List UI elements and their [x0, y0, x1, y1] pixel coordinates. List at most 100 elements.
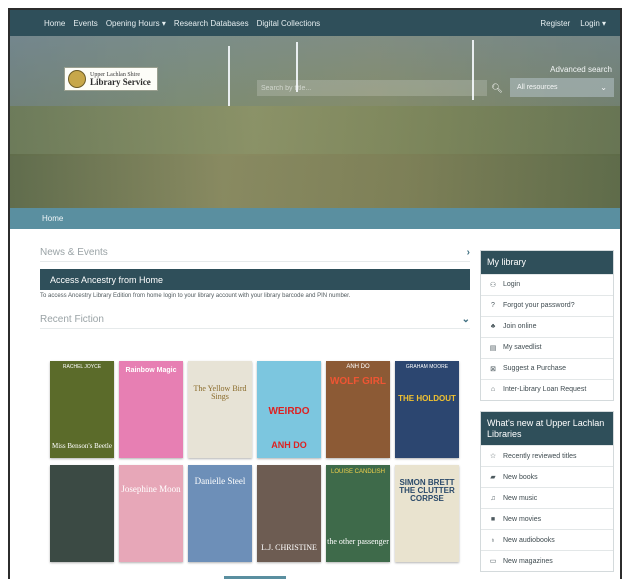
nav-events[interactable]: Events	[73, 19, 97, 28]
sidebar-link-label: New music	[503, 494, 538, 502]
sidebar-link-label: Recently reviewed titles	[503, 452, 577, 460]
ancestry-banner-title: Access Ancestry from Home	[50, 274, 164, 285]
nav-research-databases[interactable]: Research Databases	[174, 19, 249, 28]
chevron-right-icon[interactable]: ›	[467, 247, 470, 258]
book-cover[interactable]: Danielle Steel	[188, 465, 252, 562]
ancestry-banner[interactable]: Access Ancestry from Home	[40, 269, 470, 290]
search-icon: 🔍︎	[491, 82, 503, 93]
book-title: SIMON BRETT THE CLUTTER CORPSE	[399, 478, 455, 503]
nav-home[interactable]: Home	[44, 19, 65, 28]
book-title: Danielle Steel	[194, 476, 246, 486]
search-input[interactable]	[257, 80, 487, 96]
book-title: The Yellow Bird Sings	[193, 384, 247, 401]
book-author: RACHEL JOYCE	[62, 364, 102, 370]
nav-register[interactable]: Register	[540, 19, 570, 28]
sidebar-link[interactable]: ▰ New books	[481, 466, 613, 487]
question-icon: ?	[491, 302, 495, 310]
book-cover[interactable]	[50, 465, 114, 562]
book-title: WEIRDO	[268, 406, 310, 417]
news-events-title: News & Events	[40, 246, 108, 258]
book-cover[interactable]: RACHEL JOYCE Miss Benson's Beetle	[50, 361, 114, 458]
user-icon: ⚇	[489, 281, 497, 289]
book-cover[interactable]: ANH DO WOLF GIRL	[326, 361, 390, 458]
sidebar-link[interactable]: ▤ My savedlist	[481, 336, 613, 358]
book-title: THE HOLDOUT	[398, 394, 456, 403]
breadcrumb: Home	[10, 208, 620, 229]
sidebar-link-label: New audiobooks	[503, 536, 555, 544]
book-author: GRAHAM MOORE	[405, 364, 449, 370]
book-cover[interactable]: WEIRDO ANH DO	[257, 361, 321, 458]
book-author: ANH DO	[346, 364, 370, 370]
library-icon: ⌂	[490, 386, 496, 394]
news-events-header[interactable]: News & Events ›	[40, 243, 470, 262]
sidebar-link-label: New magazines	[503, 557, 553, 565]
suggest-icon: ⊠	[490, 365, 496, 373]
book-cover[interactable]: The Yellow Bird Sings	[188, 361, 252, 458]
book-title: Rainbow Magic	[125, 367, 177, 374]
book-title: the other passenger	[327, 537, 389, 546]
chevron-down-icon[interactable]: ⌄	[462, 314, 470, 325]
book-title: L.J. CHRISTINE	[261, 543, 317, 552]
book-cover[interactable]: GRAHAM MOORE THE HOLDOUT	[395, 361, 459, 458]
sidebar-link-label: New movies	[503, 515, 542, 523]
whats-new-title: What's new at Upper Lachlan Libraries	[481, 411, 613, 446]
sidebar-link-label: New books	[503, 473, 538, 481]
recent-fiction-header[interactable]: Recent Fiction ⌄	[40, 310, 470, 329]
nav-right: Register Login ▾	[540, 19, 620, 28]
sidebar-link-label: My savedlist	[503, 344, 542, 352]
hero-banner: Upper Lachlan Shire Library Service Adva…	[10, 36, 620, 208]
sidebar-link-label: Join online	[503, 323, 537, 331]
my-library-panel: My library ⚇ Login ? Forgot your password? ♣…	[480, 250, 614, 401]
my-library-title: My library	[481, 251, 613, 274]
book-cover[interactable]: SIMON BRETT THE CLUTTER CORPSE	[395, 465, 459, 562]
sidebar-link[interactable]: ♫ New music	[481, 487, 613, 508]
sidebar-link[interactable]: ☆ Recently reviewed titles	[481, 445, 613, 466]
headphones-icon: ♁	[490, 536, 496, 544]
recent-fiction-title: Recent Fiction	[40, 313, 104, 325]
sidebar-link-label: Suggest a Purchase	[503, 365, 567, 373]
sidebar-link[interactable]: ⌂ Inter-Library Loan Request	[481, 378, 613, 400]
sidebar-link[interactable]: ■ New movies	[481, 508, 613, 529]
top-navigation: Home Events Opening Hours ▾ Research Dat…	[10, 10, 620, 36]
sidebar-link[interactable]: ? Forgot your password?	[481, 294, 613, 316]
video-icon: ■	[490, 515, 496, 523]
book-title: WOLF GIRL	[329, 376, 387, 387]
library-logo[interactable]: Upper Lachlan Shire Library Service	[64, 67, 158, 91]
book-cover[interactable]: Rainbow Magic	[119, 361, 183, 458]
book-cover[interactable]: Josephine Moon	[119, 465, 183, 562]
hero-landscape-foreground	[10, 154, 620, 208]
advanced-search-link[interactable]: Advanced search	[550, 65, 612, 74]
breadcrumb-home[interactable]: Home	[42, 214, 63, 223]
sidebar-link-label: Login	[503, 281, 521, 289]
star-icon: ☆	[489, 453, 497, 461]
book-title: Miss Benson's Beetle	[52, 442, 112, 450]
search-button[interactable]: 🔍︎	[488, 80, 506, 96]
book-cover[interactable]: LOUISE CANDLISH the other passenger	[326, 465, 390, 562]
book-icon: ▰	[490, 474, 496, 482]
nav-opening-hours[interactable]: Opening Hours ▾	[106, 19, 166, 28]
sidebar-link[interactable]: ⊠ Suggest a Purchase	[481, 357, 613, 379]
hero-landscape	[10, 106, 620, 156]
browser-frame: Home Events Opening Hours ▾ Research Dat…	[8, 8, 622, 579]
nav-login[interactable]: Login ▾	[580, 19, 606, 28]
whats-new-panel: What's new at Upper Lachlan Libraries ☆ R…	[480, 410, 614, 573]
resource-select[interactable]: All resources ⌄	[510, 78, 614, 97]
book-author: ANH DO	[271, 440, 307, 450]
logo-line2: Library Service	[90, 76, 151, 87]
sidebar-link[interactable]: ⚇ Login	[481, 273, 613, 295]
sidebar-link[interactable]: ♣ Join online	[481, 315, 613, 337]
wind-turbine	[228, 46, 230, 106]
ancestry-note: To access Ancestry Library Edition from …	[40, 293, 351, 299]
book-cover[interactable]: L.J. CHRISTINE	[257, 465, 321, 562]
sidebar-link[interactable]: ▭ New magazines	[481, 550, 613, 571]
nav-left: Home Events Opening Hours ▾ Research Dat…	[10, 19, 320, 28]
sidebar-link-label: Inter-Library Loan Request	[503, 386, 587, 394]
music-icon: ♫	[490, 494, 496, 502]
sidebar-link[interactable]: ♁ New audiobooks	[481, 529, 613, 550]
shire-seal-icon	[68, 70, 86, 88]
book-author: LOUISE CANDLISH	[330, 469, 385, 475]
nav-digital-collections[interactable]: Digital Collections	[257, 19, 321, 28]
list-icon: ▤	[489, 344, 497, 352]
sidebar: My library ⚇ Login ? Forgot your password? ♣…	[480, 250, 614, 579]
chevron-down-icon: ⌄	[600, 83, 607, 92]
